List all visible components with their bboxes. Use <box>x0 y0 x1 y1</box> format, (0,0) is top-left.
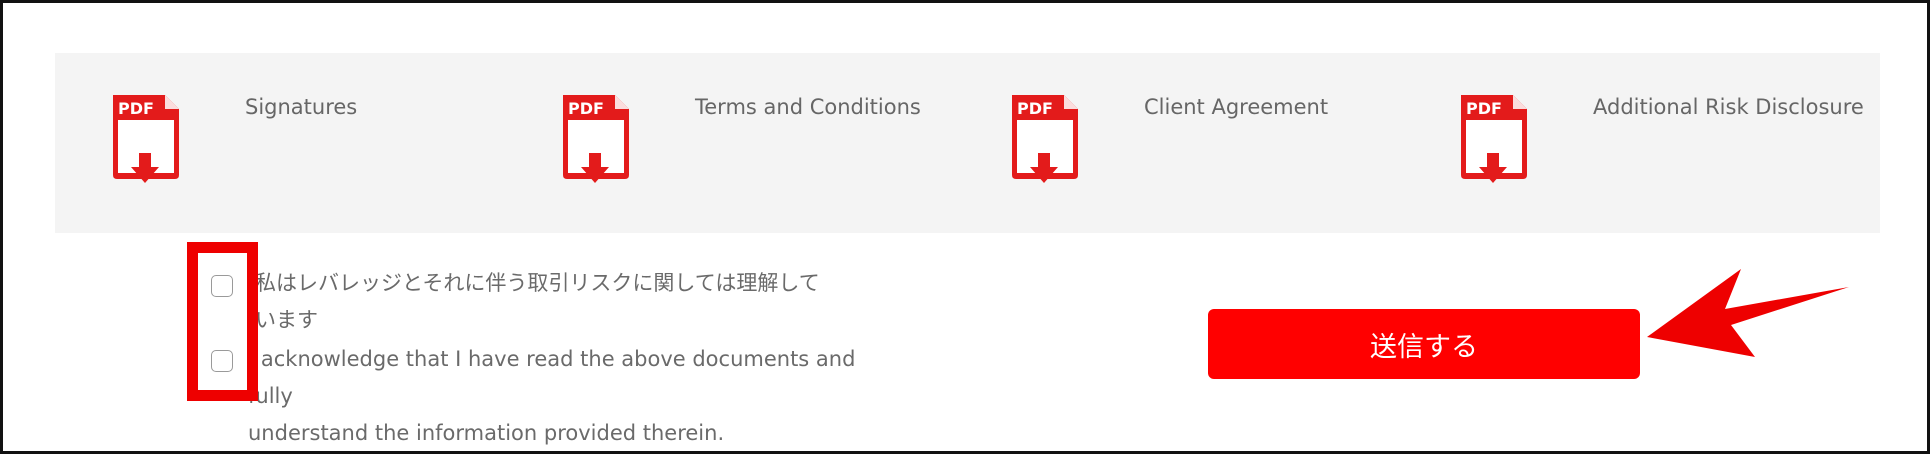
documents-read-label-line2: understand the information provided ther… <box>248 421 725 445</box>
document-title[interactable]: Client Agreement <box>1144 95 1328 119</box>
leverage-risk-label: 私はレバレッジとそれに伴う取引リスクに関しては理解して います <box>255 265 905 339</box>
documents-read-label-line1: I acknowledge that I have read the above… <box>248 347 856 408</box>
leverage-risk-label-line1: 私はレバレッジとそれに伴う取引リスクに関しては理解して <box>255 271 820 295</box>
document-link-signatures[interactable]: PDF Signatures <box>109 93 509 193</box>
page-frame: PDF Signatures PDF Terms and Conditions <box>0 0 1930 454</box>
pdf-download-icon: PDF <box>563 95 629 183</box>
document-link-risk-disclosure[interactable]: PDF Additional Risk Disclosure <box>1457 93 1877 193</box>
checkbox-highlight-annotation <box>187 242 258 401</box>
pdf-download-icon: PDF <box>1461 95 1527 183</box>
pdf-label: PDF <box>118 99 154 118</box>
document-link-client-agreement[interactable]: PDF Client Agreement <box>1008 93 1428 193</box>
pointer-arrow-icon <box>1647 269 1849 357</box>
pdf-download-icon: PDF <box>1012 95 1078 183</box>
pdf-label: PDF <box>1017 99 1053 118</box>
document-link-terms[interactable]: PDF Terms and Conditions <box>559 93 979 193</box>
pdf-download-icon: PDF <box>113 95 179 183</box>
document-title[interactable]: Additional Risk Disclosure <box>1593 95 1864 119</box>
pdf-label: PDF <box>568 99 604 118</box>
document-title[interactable]: Terms and Conditions <box>695 95 921 119</box>
documents-read-label: I acknowledge that I have read the above… <box>248 341 898 452</box>
pdf-label: PDF <box>1466 99 1502 118</box>
leverage-risk-label-line2: います <box>255 308 318 332</box>
document-title[interactable]: Signatures <box>245 95 357 119</box>
submit-button[interactable]: 送信する <box>1208 309 1640 379</box>
documents-panel: PDF Signatures PDF Terms and Conditions <box>55 53 1880 233</box>
